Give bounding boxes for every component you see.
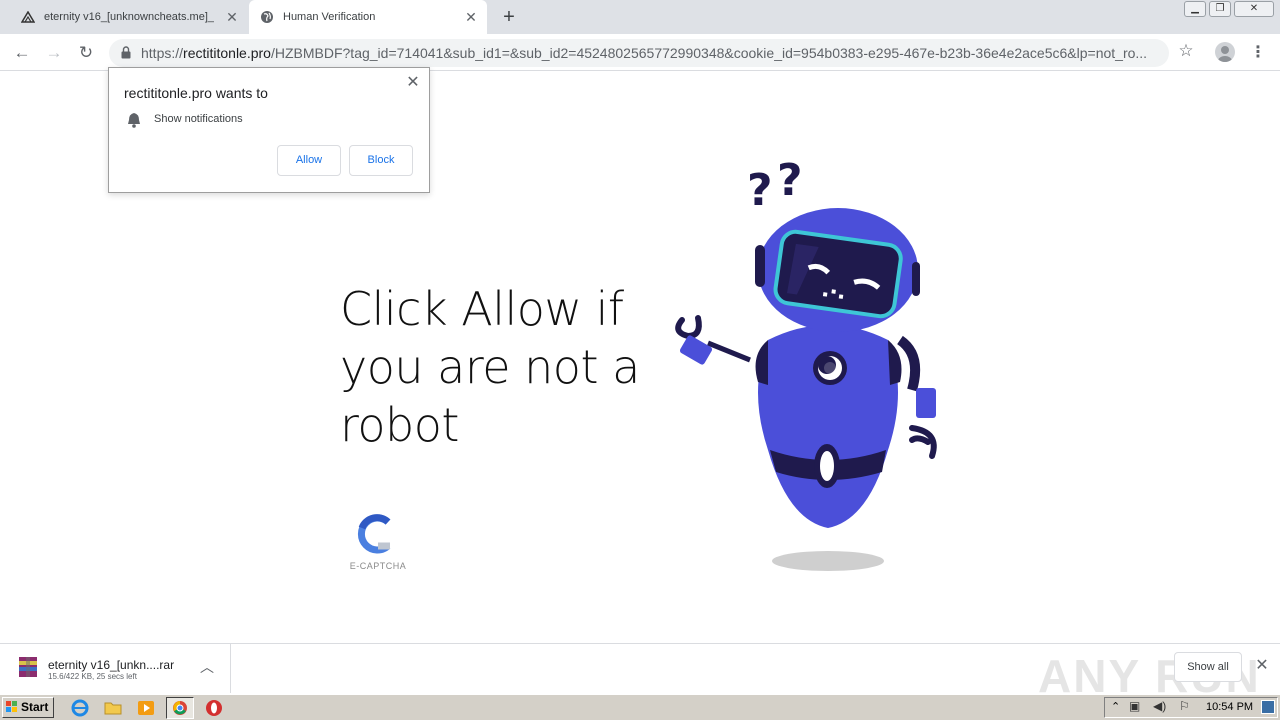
- start-button[interactable]: Start: [2, 697, 54, 718]
- media-player-icon[interactable]: [136, 698, 156, 718]
- chrome-icon: [173, 701, 187, 715]
- svg-text:?: ?: [747, 165, 773, 216]
- close-icon[interactable]: ✕: [1254, 658, 1270, 674]
- close-window-icon[interactable]: ✕: [1234, 1, 1274, 17]
- windows-taskbar: Start ⌃ ▣ ◀) ⚐ 10:54 PM: [0, 694, 1280, 720]
- tab-strip: eternity v16_[unknowncheats.me]_ ✕ Human…: [0, 0, 1280, 34]
- e-captcha-logo: [357, 514, 391, 554]
- volume-icon[interactable]: ◀): [1153, 699, 1166, 713]
- e-captcha-label: E-CAPTCHA: [349, 561, 407, 571]
- tab-eternity[interactable]: eternity v16_[unknowncheats.me]_ ✕: [10, 0, 248, 34]
- back-icon[interactable]: ←: [10, 41, 34, 65]
- tab-label: eternity v16_[unknowncheats.me]_: [44, 11, 214, 23]
- browser-toolbar: ← → ↻ https://rectititonle.pro/HZBMBDF?t…: [0, 34, 1280, 71]
- download-shelf: eternity v16_[unkn....rar 15.6/422 KB, 2…: [0, 643, 1280, 702]
- restore-icon[interactable]: ❐: [1209, 1, 1231, 17]
- star-icon[interactable]: ☆: [1176, 41, 1196, 61]
- address-bar[interactable]: https://rectititonle.pro/HZBMBDF?tag_id=…: [109, 39, 1169, 67]
- svg-text:?: ?: [777, 155, 803, 206]
- close-icon[interactable]: ✕: [463, 9, 479, 25]
- url-text: https://rectititonle.pro/HZBMBDF?tag_id=…: [141, 45, 1148, 61]
- close-icon[interactable]: ✕: [405, 75, 421, 91]
- flag-icon[interactable]: ⚐: [1179, 699, 1190, 713]
- new-tab-button[interactable]: +: [498, 6, 520, 28]
- notification-permission-popup: rectititonle.pro wants to ✕ Show notific…: [108, 67, 430, 193]
- folder-icon[interactable]: [103, 698, 123, 718]
- windows-logo-icon: [6, 701, 17, 712]
- lock-icon: [121, 46, 131, 59]
- download-status: 15.6/422 KB, 25 secs left: [48, 672, 137, 681]
- opera-icon[interactable]: [204, 698, 224, 718]
- clock: 10:54 PM: [1206, 701, 1254, 713]
- system-tray: ⌃ ▣ ◀) ⚐ 10:54 PM: [1104, 697, 1278, 718]
- start-label: Start: [21, 700, 49, 714]
- close-icon[interactable]: ✕: [224, 9, 240, 25]
- rar-file-icon: [19, 657, 37, 677]
- show-desktop-icon[interactable]: [1261, 700, 1275, 714]
- forward-icon[interactable]: →: [42, 41, 66, 65]
- reload-icon[interactable]: ↻: [74, 41, 98, 65]
- internet-explorer-icon[interactable]: [70, 698, 90, 718]
- popup-title: rectititonle.pro wants to: [124, 85, 268, 101]
- permission-label: Show notifications: [154, 113, 243, 125]
- download-filename: eternity v16_[unkn....rar: [48, 658, 175, 672]
- chrome-taskbar-button[interactable]: [166, 697, 194, 719]
- kebab-menu-icon[interactable]: ⋮: [1250, 41, 1266, 65]
- robot-illustration: ? ?: [675, 155, 937, 571]
- show-all-button[interactable]: Show all: [1174, 652, 1242, 682]
- profile-avatar[interactable]: [1215, 42, 1235, 62]
- bell-icon: [128, 113, 140, 128]
- uc-icon: [20, 9, 36, 25]
- tray-expand-icon[interactable]: ⌃: [1111, 700, 1120, 713]
- allow-button[interactable]: Allow: [277, 145, 341, 176]
- network-icon[interactable]: ▣: [1129, 699, 1140, 713]
- tab-human-verification[interactable]: Human Verification ✕: [249, 0, 487, 34]
- page-headline: Click Allow if you are not a robot: [340, 282, 640, 452]
- block-button[interactable]: Block: [349, 145, 413, 176]
- tab-label: Human Verification: [283, 11, 376, 23]
- globe-icon: [259, 9, 275, 25]
- download-item[interactable]: eternity v16_[unkn....rar 15.6/422 KB, 2…: [0, 644, 231, 693]
- minimize-icon[interactable]: ▁: [1184, 1, 1206, 17]
- chevron-up-icon[interactable]: ︿: [199, 659, 215, 675]
